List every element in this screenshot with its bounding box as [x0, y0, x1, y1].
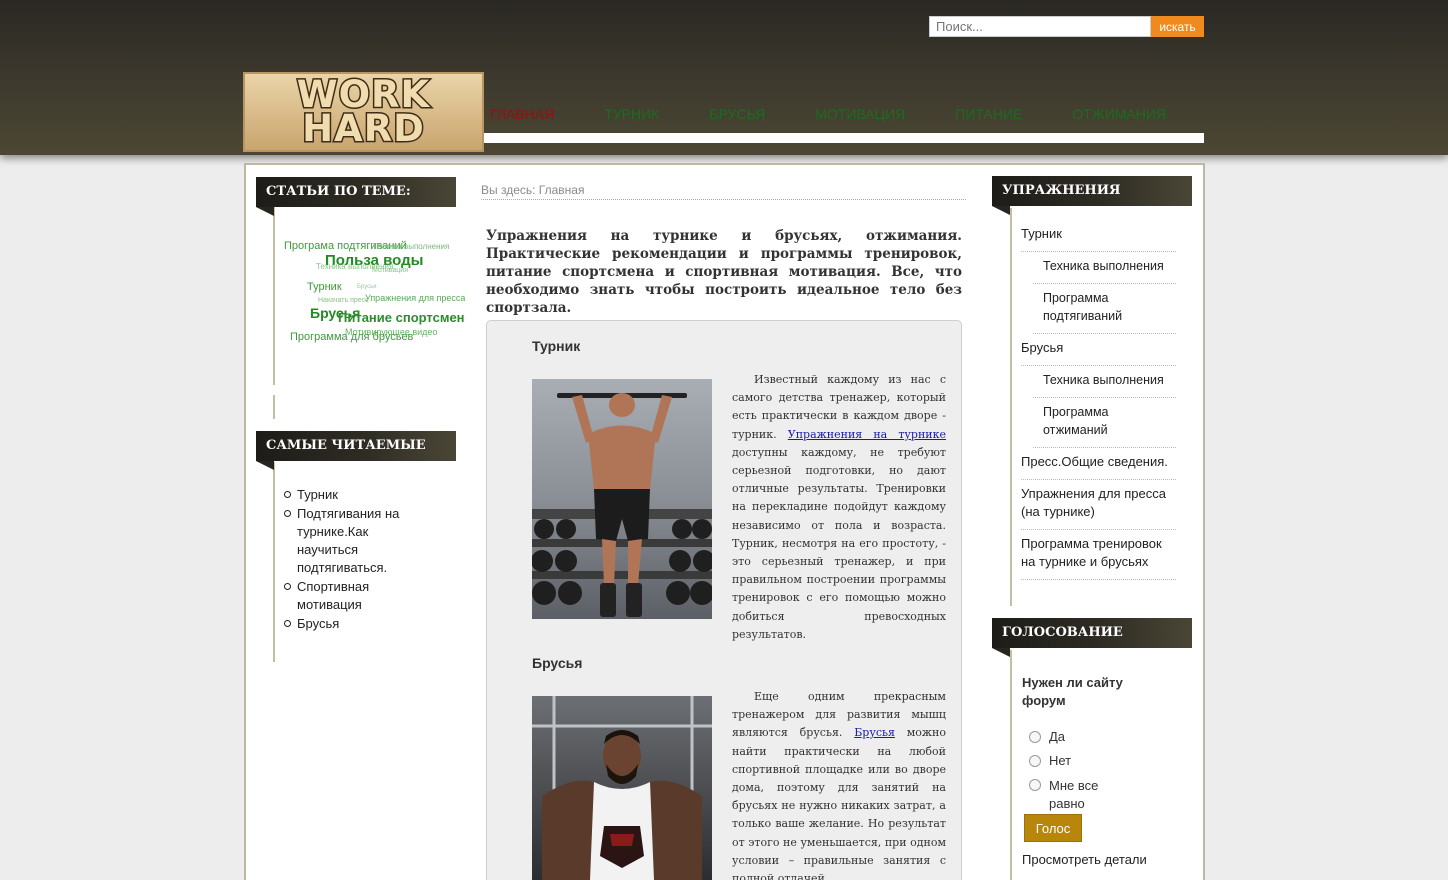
nav-nutrition[interactable]: ПИТАНИЕ — [955, 106, 1022, 128]
nav-turnik[interactable]: ТУРНИК — [604, 106, 659, 128]
breadcrumb: Вы здесь: Главная — [481, 183, 966, 200]
exercise-item-program[interactable]: Программа тренировок на турнике и брусья… — [1021, 530, 1176, 580]
site-header — [0, 0, 1448, 155]
option-label: Да — [1049, 729, 1066, 744]
exercise-item-pullup-program[interactable]: Программа подтягиваний — [1033, 284, 1176, 334]
option-label: Нет — [1049, 753, 1072, 768]
exercise-item-pushup-program[interactable]: Программа отжиманий — [1033, 398, 1176, 448]
tag-link[interactable]: Турник — [307, 281, 342, 293]
nav-pushups[interactable]: ОТЖИМАНИЯ — [1072, 106, 1166, 128]
most-read-title: САМЫЕ ЧИТАЕМЫЕ — [256, 431, 456, 470]
search-button[interactable]: искать — [1151, 16, 1204, 37]
intro-text: Упражнения на турнике и брусьях, отжиман… — [486, 228, 962, 316]
left-column-rule — [273, 395, 275, 419]
exercise-item-brusya[interactable]: Брусья — [1021, 334, 1176, 366]
exercise-item-press[interactable]: Пресс.Общие сведения. — [1021, 448, 1176, 480]
brusya-link[interactable]: Брусья — [854, 726, 895, 739]
tag-link[interactable]: Брусья — [357, 284, 377, 290]
turnik-link[interactable]: Упражнения на турнике — [788, 428, 946, 441]
exercises-title: УПРАЖНЕНИЯ — [992, 176, 1192, 215]
description-text: можно найти практически на любой спортив… — [732, 726, 946, 880]
tag-link[interactable]: Программа для брусьев — [290, 331, 413, 343]
tag-link[interactable]: Накачать пресс — [318, 297, 369, 304]
right-column-rule — [1010, 208, 1012, 606]
tag-link[interactable]: Техника выполнения — [372, 242, 449, 251]
section-title-brusya[interactable]: Брусья — [532, 655, 582, 671]
left-column-rule — [273, 462, 275, 662]
list-item[interactable]: Турник — [283, 486, 423, 504]
tag-link[interactable]: Упражнения для пресса — [365, 293, 465, 303]
tag-link[interactable]: Питание спортсмена — [338, 310, 465, 325]
tag-link[interactable]: Мотивация — [372, 267, 408, 274]
section-title-turnik[interactable]: Турник — [532, 338, 580, 354]
radio-button[interactable] — [1029, 755, 1041, 767]
search-input[interactable] — [929, 16, 1151, 37]
exercises-menu: Турник Техника выполнения Программа подт… — [1021, 220, 1176, 580]
poll-title: ГОЛОСОВАНИЕ — [992, 618, 1192, 657]
brusya-description: Еще одним прекрасным тренажером для разв… — [732, 688, 946, 880]
nav-underline — [484, 133, 1204, 143]
exercise-item-technique[interactable]: Техника выполнения — [1033, 252, 1176, 284]
brusya-photo — [532, 696, 712, 880]
right-column-rule — [1010, 650, 1012, 880]
related-articles-title: СТАТЬИ ПО ТЕМЕ: — [256, 177, 456, 216]
radio-button[interactable] — [1029, 731, 1041, 743]
radio-button[interactable] — [1029, 779, 1041, 791]
logo-text-line2: HARD — [301, 107, 426, 150]
main-nav: ГЛАВНАЯ ТУРНИК БРУСЬЯ МОТИВАЦИЯ ПИТАНИЕ … — [490, 106, 1204, 128]
nav-motivation[interactable]: МОТИВАЦИЯ — [815, 106, 905, 128]
exercise-item-technique[interactable]: Техника выполнения — [1033, 366, 1176, 398]
vote-button[interactable]: Голос — [1024, 814, 1082, 842]
poll-option-no[interactable]: Нет — [1029, 753, 1071, 768]
list-item[interactable]: Подтягивания на турнике.Как научиться по… — [283, 505, 423, 577]
turnik-photo — [532, 379, 712, 619]
site-logo[interactable]: WORK HARD — [243, 72, 484, 152]
exercise-item-turnik[interactable]: Турник — [1021, 220, 1176, 252]
poll-option-yes[interactable]: Да — [1029, 729, 1065, 744]
list-item[interactable]: Брусья — [283, 615, 423, 633]
most-read-list: Турник Подтягивания на турнике.Как научи… — [283, 486, 423, 634]
description-text: доступны каждому, не требуют серьезной п… — [732, 445, 946, 641]
left-column-rule — [273, 207, 275, 385]
turnik-description: Известный каждому из нас с самого детств… — [732, 371, 946, 644]
search-form: искать — [929, 16, 1204, 37]
nav-brusya[interactable]: БРУСЬЯ — [709, 106, 765, 128]
tag-cloud: Програма подтягиваний Техника выполнения… — [280, 236, 465, 356]
poll-question: Нужен ли сайту форум — [1022, 675, 1123, 708]
list-item[interactable]: Спортивная мотивация — [283, 578, 423, 614]
option-label: Мне все равно — [1049, 778, 1099, 811]
nav-home[interactable]: ГЛАВНАЯ — [490, 106, 554, 128]
poll-option-indifferent[interactable]: Мне все равно — [1024, 777, 1134, 813]
exercise-item-press-turnik[interactable]: Упражнения для пресса (на турнике) — [1021, 480, 1176, 530]
view-details-link[interactable]: Просмотреть детали — [1022, 852, 1147, 867]
